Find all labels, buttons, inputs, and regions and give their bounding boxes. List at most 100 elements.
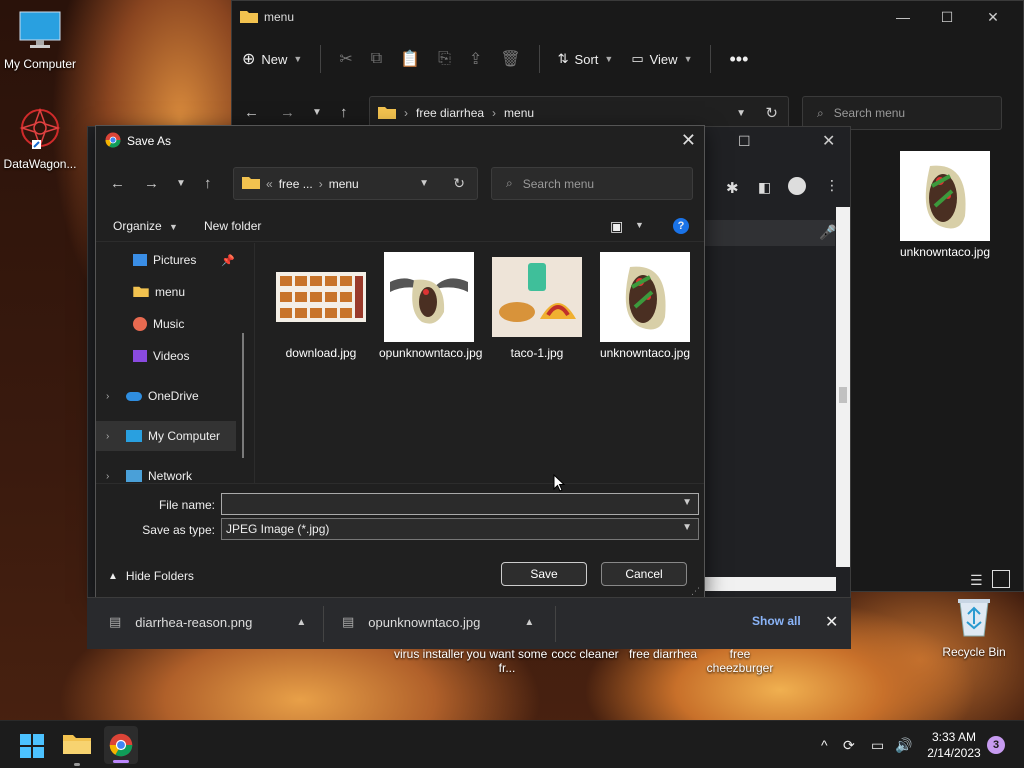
chevron-right-icon[interactable]: › — [106, 471, 109, 482]
chevron-up-icon[interactable]: ▲ — [296, 617, 306, 628]
explorer-search-box[interactable]: ⌕ Search menu — [802, 96, 1002, 130]
chevron-down-icon[interactable]: ▼ — [682, 497, 692, 508]
taskbar-chrome[interactable] — [104, 726, 138, 764]
paste-icon[interactable]: 📋 — [400, 49, 420, 69]
taskbar-file-explorer[interactable] — [63, 732, 91, 766]
show-all-button[interactable]: Show all — [752, 614, 801, 628]
rename-icon[interactable]: ⎘ — [438, 50, 451, 68]
file-item[interactable]: download.jpg — [271, 252, 371, 360]
folder-icon — [133, 285, 149, 300]
delete-icon[interactable]: 🗑 — [500, 49, 520, 69]
minimize-button[interactable]: — — [880, 1, 926, 33]
thumbnail-view-icon[interactable] — [992, 570, 1010, 588]
breadcrumb-item[interactable]: free diarrhea — [416, 106, 484, 120]
forward-arrow-icon[interactable]: → — [280, 104, 295, 121]
recent-chevron-icon[interactable]: ▼ — [312, 107, 322, 118]
hide-folders-button[interactable]: ▲ Hide Folders — [108, 569, 194, 583]
chevron-right-icon[interactable]: › — [106, 391, 109, 402]
desktop-icon-label[interactable]: free cheezburger — [696, 647, 784, 675]
chevron-down-icon[interactable]: ▼ — [419, 178, 429, 189]
sidebar-item-videos[interactable]: Videos — [96, 341, 236, 371]
file-item[interactable]: opunknowntaco.jpg — [379, 252, 482, 360]
new-folder-button[interactable]: New folder — [204, 219, 261, 233]
view-button[interactable]: ▭ View ▼ — [631, 51, 692, 67]
dialog-search-box[interactable]: ⌕ Search menu — [491, 167, 693, 200]
chevron-down-icon[interactable]: ▼ — [635, 220, 644, 230]
microphone-icon[interactable]: 🎤 — [819, 224, 836, 241]
sidebar-item-pictures[interactable]: Pictures 📌 — [96, 245, 236, 275]
desktop-icon-recycle-bin[interactable]: Recycle Bin — [934, 596, 1014, 659]
dialog-bottom-panel: File name: ▼ Save as type: JPEG Image (*… — [96, 483, 704, 599]
scrollbar-thumb[interactable] — [839, 387, 847, 403]
start-button[interactable] — [20, 734, 44, 761]
refresh-icon[interactable]: ↻ — [453, 175, 465, 192]
details-view-icon[interactable]: ☰ — [970, 572, 983, 589]
sidebar-item-music[interactable]: Music — [96, 309, 236, 339]
file-item[interactable]: taco-1.jpg — [487, 252, 587, 360]
resize-grip-icon[interactable]: ⋰ — [691, 586, 700, 597]
side-panel-icon[interactable]: ◧ — [758, 179, 771, 196]
notification-badge[interactable]: 3 — [987, 736, 1005, 754]
help-icon[interactable]: ? — [673, 218, 689, 234]
back-arrow-icon[interactable]: ← — [110, 175, 125, 192]
download-item[interactable]: ▤ diarrhea-reason.png ▲ — [109, 614, 306, 630]
recent-chevron-icon[interactable]: ▼ — [176, 178, 186, 189]
sidebar-scrollbar[interactable] — [242, 333, 244, 458]
up-arrow-icon[interactable]: ↑ — [340, 104, 348, 121]
close-button[interactable]: ✕ — [970, 1, 1016, 33]
new-button[interactable]: ⊕ New ▼ — [242, 49, 302, 69]
chrome-omnibox[interactable] — [705, 220, 835, 246]
sidebar-item-menu[interactable]: menu — [96, 277, 236, 307]
cut-icon[interactable]: ✂ — [339, 49, 352, 69]
desktop-icon-label[interactable]: free diarrhea — [618, 647, 708, 661]
close-icon[interactable]: ✕ — [825, 612, 838, 632]
sort-button[interactable]: ⇅ Sort ▼ — [558, 51, 614, 67]
download-item[interactable]: ▤ opunknowntaco.jpg ▲ — [342, 614, 534, 630]
maximize-button[interactable]: ☐ — [924, 1, 970, 33]
copy-icon[interactable]: ⧉ — [371, 50, 382, 68]
maximize-icon[interactable]: ☐ — [738, 133, 751, 150]
up-arrow-icon[interactable]: ↑ — [204, 175, 212, 192]
share-icon[interactable]: ⇪ — [469, 49, 482, 69]
sync-icon[interactable]: ⟳ — [843, 737, 855, 754]
desktop-icon-my-computer[interactable]: My Computer — [0, 10, 80, 71]
organize-button[interactable]: Organize ▼ — [113, 219, 178, 233]
sidebar-item-onedrive[interactable]: › OneDrive — [96, 381, 236, 411]
cancel-button[interactable]: Cancel — [601, 562, 687, 586]
sidebar-item-network[interactable]: › Network — [96, 461, 236, 483]
extensions-icon[interactable]: ✱ — [726, 179, 739, 197]
sidebar-item-my-computer[interactable]: › My Computer — [96, 421, 236, 451]
chrome-horizontal-scrollbar[interactable] — [705, 577, 836, 591]
chevron-up-icon[interactable]: ▲ — [524, 617, 534, 628]
chevron-up-icon[interactable]: ^ — [821, 737, 828, 753]
volume-icon[interactable]: 🔊 — [895, 737, 912, 754]
save-button[interactable]: Save — [501, 562, 587, 586]
close-icon[interactable]: ✕ — [822, 131, 835, 151]
file-item[interactable]: unknowntaco.jpg — [595, 252, 695, 360]
desktop-icon-label[interactable]: virus installer — [384, 647, 474, 661]
desktop-icon-datawagon[interactable]: DataWagon... — [0, 106, 80, 171]
chrome-menu-icon[interactable]: ⋮ — [825, 177, 839, 194]
network-icon[interactable]: ▭ — [871, 737, 884, 754]
refresh-icon[interactable]: ↻ — [765, 104, 778, 122]
view-options-icon[interactable]: ▣ — [610, 218, 623, 235]
profile-avatar[interactable] — [788, 177, 806, 195]
desktop-icon-label[interactable]: cocc cleaner — [540, 647, 630, 661]
chevron-right-icon[interactable]: › — [106, 431, 109, 442]
close-icon[interactable]: ✕ — [681, 130, 696, 151]
clock[interactable]: 3:33 AM 2/14/2023 — [925, 729, 983, 761]
file-name-input[interactable]: ▼ — [221, 493, 699, 515]
more-options-icon[interactable]: ••• — [729, 49, 748, 70]
forward-arrow-icon[interactable]: → — [144, 175, 159, 192]
breadcrumb-item[interactable]: menu — [504, 106, 534, 120]
chevron-down-icon[interactable]: ▼ — [736, 108, 746, 119]
breadcrumb-item[interactable]: free ... — [279, 177, 313, 191]
desktop-icon-label[interactable]: you want some fr... — [462, 647, 552, 675]
chrome-scrollbar[interactable] — [836, 207, 850, 567]
dialog-address-bar[interactable]: « free ... › menu ▼ ↻ — [233, 167, 478, 200]
chevron-down-icon[interactable]: ▼ — [682, 522, 692, 533]
breadcrumb-item[interactable]: menu — [329, 177, 359, 191]
back-arrow-icon[interactable]: ← — [244, 104, 259, 121]
save-type-select[interactable]: JPEG Image (*.jpg) ▼ — [221, 518, 699, 540]
explorer-file-unknowntaco[interactable]: unknowntaco.jpg — [895, 151, 995, 259]
